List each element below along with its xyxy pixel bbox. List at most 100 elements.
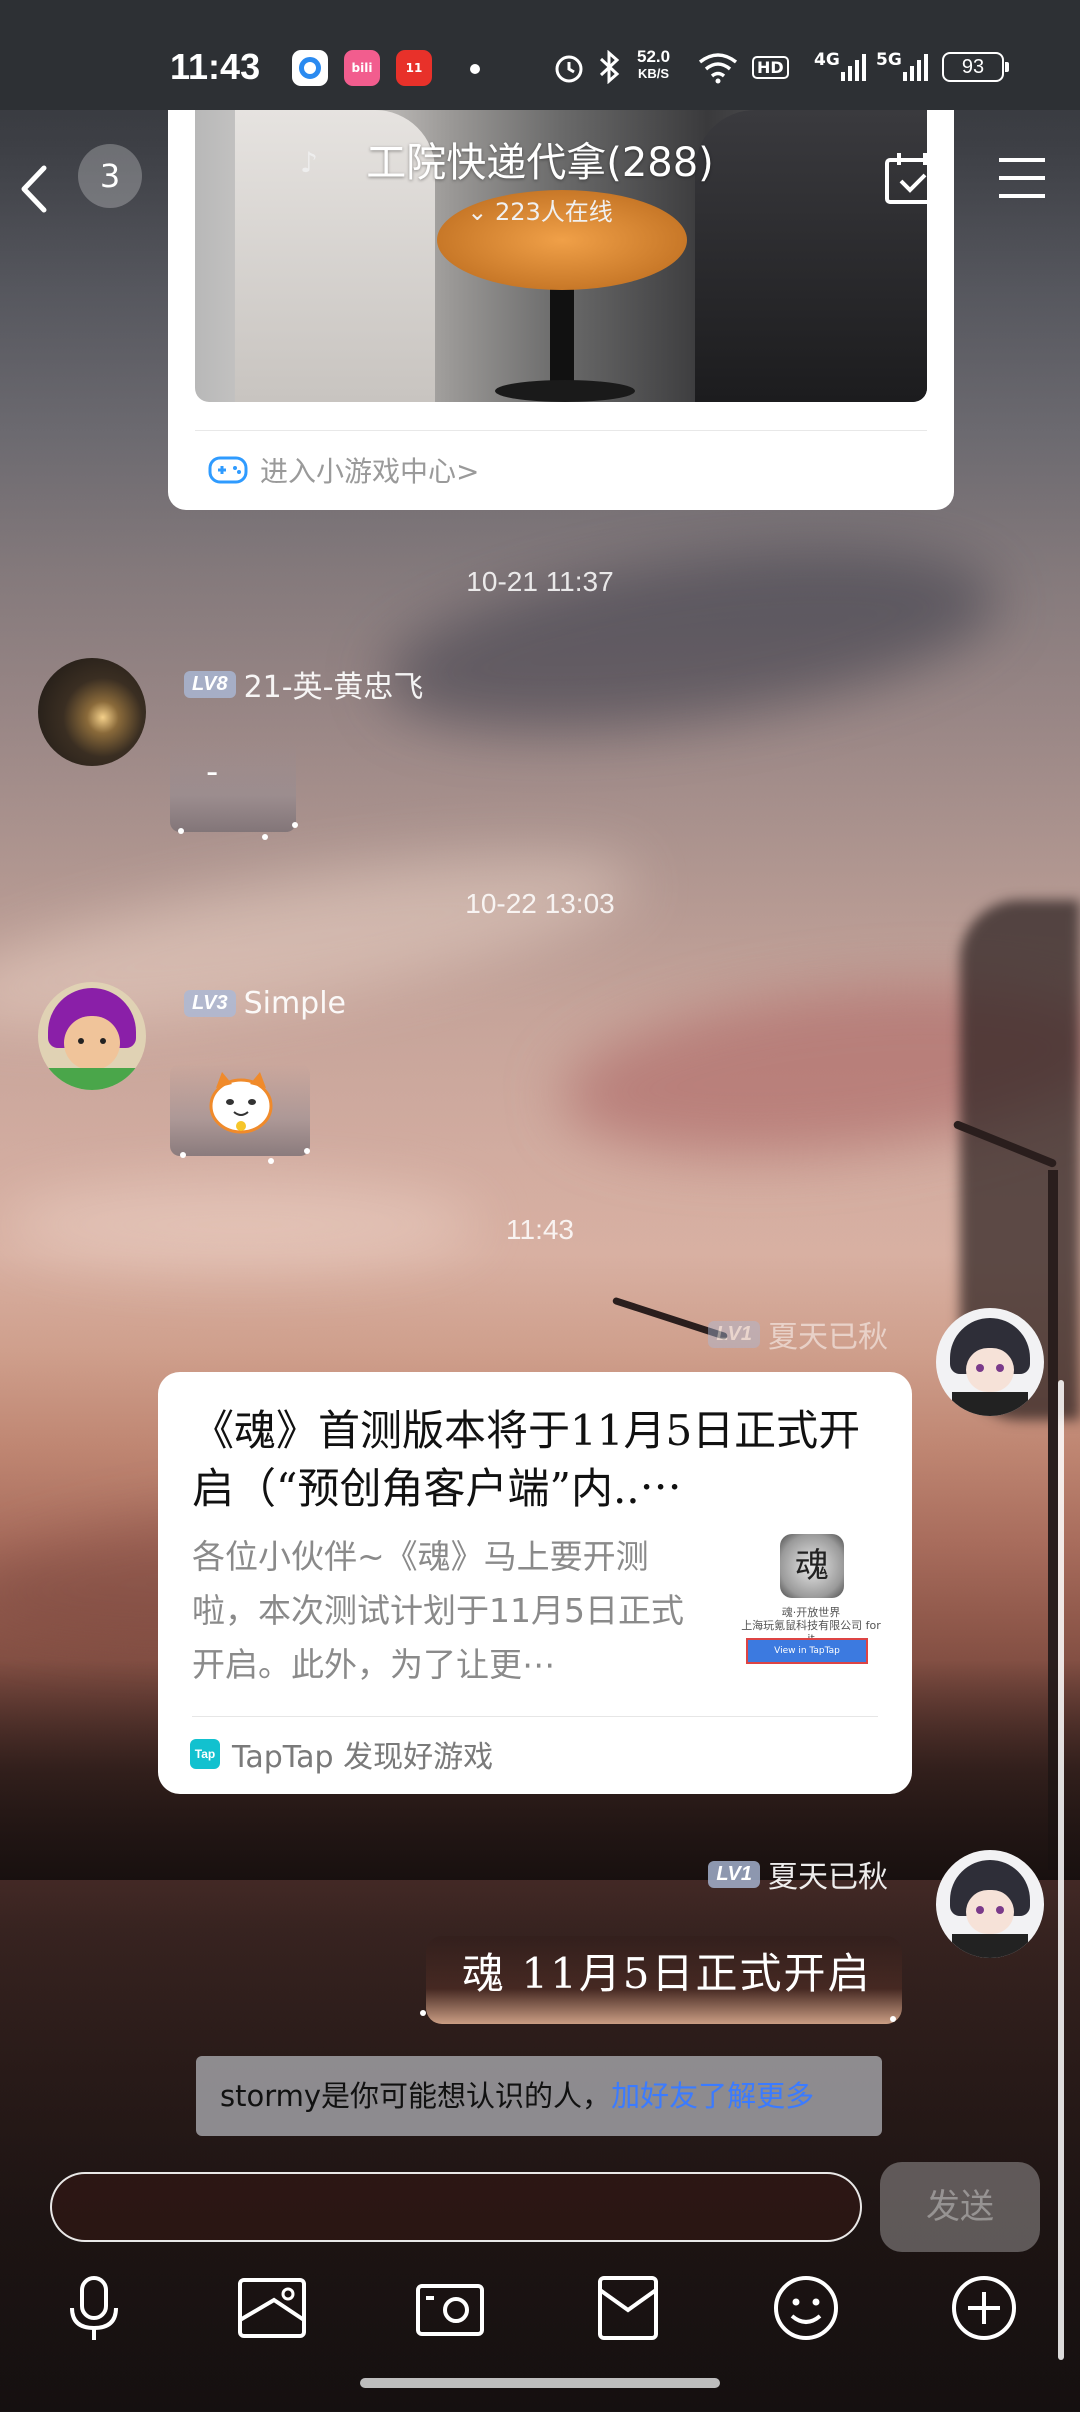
background-cloud <box>371 517 1009 763</box>
message-timestamp: 10-22 13:03 <box>465 888 615 919</box>
message-timestamp: 11:43 <box>506 1214 574 1245</box>
avatar-face <box>966 1348 1014 1392</box>
message-input[interactable] <box>50 2172 862 2242</box>
unread-count-badge[interactable]: 3 <box>78 144 142 208</box>
avatar[interactable] <box>936 1308 1044 1416</box>
message-text: 魂 11月5日正式开启 <box>462 1949 872 1998</box>
red-packet-icon[interactable] <box>590 2270 666 2346</box>
sparkle-decoration <box>262 834 268 840</box>
sparkle-decoration <box>304 1148 310 1154</box>
shopping-app-icon: 11 <box>396 50 432 86</box>
game-logo: 魂 <box>780 1534 844 1598</box>
microphone-icon[interactable] <box>56 2270 132 2346</box>
alarm-icon <box>555 55 583 83</box>
plus-icon[interactable] <box>946 2270 1022 2346</box>
sparkle-decoration <box>180 1152 186 1158</box>
emoji-icon[interactable] <box>768 2270 844 2346</box>
group-title-area[interactable]: 工院快递代拿(288) ⌄ 223人在线 <box>300 130 780 227</box>
gamepad-icon <box>208 456 248 484</box>
menu-icon[interactable] <box>996 154 1048 202</box>
camera-icon[interactable] <box>412 2270 488 2346</box>
avatar-clothes <box>952 1934 1028 1958</box>
message-bubble[interactable] <box>170 740 296 832</box>
avatar-eye <box>976 1364 984 1372</box>
avatar[interactable] <box>38 982 146 1090</box>
level-badge: LV1 <box>708 1860 760 1888</box>
divider <box>195 430 927 431</box>
online-count-label: 223人在线 <box>494 198 613 226</box>
group-title: 工院快递代拿(288) <box>366 140 714 186</box>
share-card-source-label: TapTap 发现好游戏 <box>232 1740 494 1775</box>
notification-dot <box>470 64 480 74</box>
sparkle-decoration <box>178 828 184 834</box>
signal-5g-label: 5G <box>876 50 902 70</box>
avatar-eye <box>78 1038 84 1044</box>
sender-name-label: 夏天已秋 <box>768 1320 888 1355</box>
divider <box>192 1716 878 1717</box>
sparkle-decoration <box>268 1158 274 1164</box>
avatar[interactable] <box>38 658 146 766</box>
game-center-link[interactable]: 进入小游戏中心> <box>208 450 479 490</box>
image-icon[interactable] <box>234 2270 310 2346</box>
signal-4g-label: 4G <box>814 50 840 70</box>
taptap-logo-icon: Tap <box>190 1739 220 1769</box>
sender-name-label: 21-英-黄忠飞 <box>243 670 424 705</box>
game-center-link-label: 进入小游戏中心> <box>260 455 480 488</box>
sender-name-label: Simple <box>243 986 347 1021</box>
signal-bars-icon <box>841 54 866 81</box>
share-card-title: 《魂》首测版本将于11月5日正式开启（“预创角客户端”内..⋯ <box>192 1406 861 1513</box>
network-speed-value: 52.0 <box>637 47 671 66</box>
send-button[interactable]: 发送 <box>880 2162 1040 2252</box>
avatar-clothes <box>48 1068 136 1090</box>
sender-name: LV8 21-英-黄忠飞 <box>184 662 423 706</box>
message-text: - <box>206 752 219 792</box>
sender-name: LV3 Simple <box>184 986 346 1021</box>
share-card-description: 各位小伙伴~《魂》马上要开测啦，本次测试计划于11月5日正式开启。此外，为了让更… <box>192 1537 684 1684</box>
sender-name-label: 夏天已秋 <box>768 1860 888 1895</box>
calendar-check-icon[interactable] <box>883 150 941 206</box>
bluetooth-icon <box>599 50 620 84</box>
share-card-thumbnail: 魂 魂·开放世界 上海玩氪鼠科技有限公司 for it View in TapT… <box>736 1534 886 1672</box>
input-toolbar <box>0 2270 1080 2350</box>
photo-table-base <box>495 380 635 402</box>
status-bar: 11:43 bili 11 52.0 KB/S HD 4G 5G 93 <box>0 0 1080 110</box>
friend-suggestion-banner: stormy是你可能想认识的人，加好友了解更多 <box>196 2056 882 2136</box>
share-card-source: Tap TapTap 发现好游戏 <box>190 1732 493 1776</box>
cat-sticker-icon[interactable] <box>204 1066 278 1140</box>
online-count: ⌄ 223人在线 <box>300 192 780 227</box>
sparkle-decoration <box>890 2016 896 2022</box>
thumbnail-button: View in TapTap <box>746 1638 868 1664</box>
chevron-down-circle-icon: ⌄ <box>467 198 488 226</box>
avatar-eye <box>996 1364 1004 1372</box>
hd-voice-indicator: HD <box>752 56 789 79</box>
level-badge: LV3 <box>184 990 236 1017</box>
taptap-share-card[interactable]: 《魂》首测版本将于11月5日正式开启（“预创角客户端”内..⋯ 各位小伙伴~《魂… <box>158 1372 912 1794</box>
sender-name: LV1 夏天已秋 <box>708 1852 888 1896</box>
battery-indicator: 93 <box>942 52 1009 82</box>
thumbnail-caption-title: 魂·开放世界 <box>781 1606 841 1619</box>
avatar-clothes <box>952 1392 1028 1416</box>
avatar-eye <box>976 1906 984 1914</box>
add-friend-link[interactable]: 加好友了解更多 <box>611 2079 814 2113</box>
bilibili-app-icon: bili <box>344 50 380 86</box>
level-badge: LV1 <box>708 1320 760 1348</box>
avatar-eye <box>100 1038 106 1044</box>
message-timestamp: 10-21 11:37 <box>466 566 614 597</box>
avatar[interactable] <box>936 1850 1044 1958</box>
network-speed: 52.0 KB/S <box>637 48 670 82</box>
sender-name: LV1 夏天已秋 <box>708 1312 888 1356</box>
wifi-icon <box>698 53 738 84</box>
browser-app-icon <box>292 50 328 86</box>
avatar-face <box>64 1016 120 1070</box>
scrollbar[interactable] <box>1058 1380 1064 2360</box>
level-badge: LV8 <box>184 670 236 698</box>
back-arrow-icon[interactable] <box>14 154 54 224</box>
avatar-face <box>966 1890 1014 1934</box>
avatar-eye <box>996 1906 1004 1914</box>
status-time: 11:43 <box>170 46 261 87</box>
home-indicator[interactable] <box>360 2378 720 2388</box>
chat-header: 3 ♪ 工院快递代拿(288) ⌄ 223人在线 <box>0 110 1080 250</box>
sparkle-decoration <box>420 2010 426 2016</box>
network-speed-unit: KB/S <box>638 66 670 81</box>
suggestion-text: stormy是你可能想认识的人， <box>220 2079 612 2113</box>
